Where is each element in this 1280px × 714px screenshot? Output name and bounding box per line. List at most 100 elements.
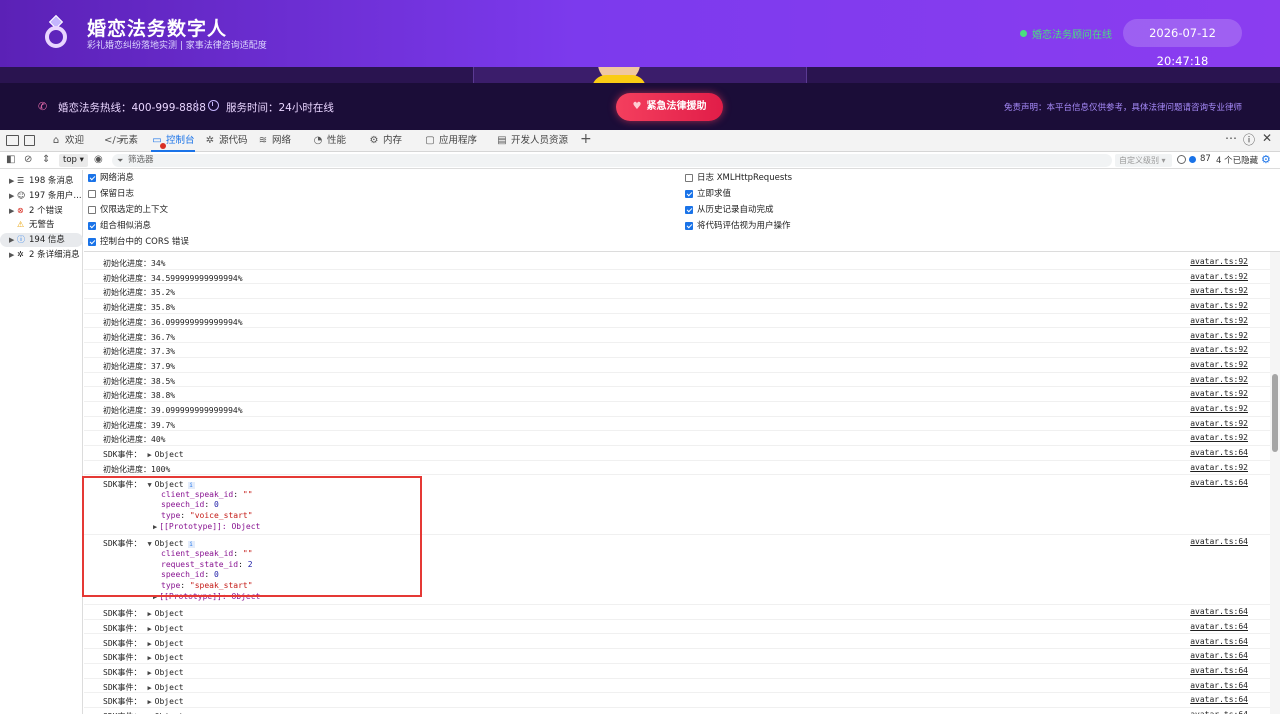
source-link[interactable]: avatar.ts:92 xyxy=(1190,375,1248,384)
console-row[interactable]: 初始化进度：39.099999999999994% avatar.ts:92 xyxy=(84,402,1270,417)
issues-count[interactable]: 87 xyxy=(1200,154,1211,164)
console-row[interactable]: 初始化进度：37.9% avatar.ts:92 xyxy=(84,358,1270,373)
source-link[interactable]: avatar.ts:92 xyxy=(1190,257,1248,266)
source-link[interactable]: avatar.ts:92 xyxy=(1190,301,1248,310)
source-link[interactable]: avatar.ts:64 xyxy=(1190,622,1248,631)
source-link[interactable]: avatar.ts:92 xyxy=(1190,345,1248,354)
more-options-icon[interactable]: ⋯ xyxy=(1225,131,1237,145)
tab-network[interactable]: ≋ 网络 xyxy=(257,130,291,152)
source-link[interactable]: avatar.ts:92 xyxy=(1190,433,1248,442)
source-link[interactable]: avatar.ts:64 xyxy=(1190,710,1248,714)
source-link[interactable]: avatar.ts:92 xyxy=(1190,419,1248,428)
expand-arrow-icon[interactable]: ▶ xyxy=(147,451,151,459)
console-row[interactable]: 初始化进度：35.2% avatar.ts:92 xyxy=(84,284,1270,300)
object-label[interactable]: Object xyxy=(155,450,184,459)
console-row[interactable]: SDK事件： ▼ Object i avatar.ts:64 client_speak_i… xyxy=(84,476,1270,535)
object-label[interactable]: Object xyxy=(155,668,184,677)
tab-performance[interactable]: ◔ 性能 xyxy=(312,130,346,152)
help-icon[interactable]: ⓘ xyxy=(1243,131,1255,148)
sidebar-item-errors[interactable]: ▶ ⊗ 2 个错误 xyxy=(0,204,83,218)
console-row[interactable]: SDK事件：▶Objectavatar.ts:64 xyxy=(84,605,1270,620)
prototype-row[interactable]: ▶ [[Prototype]]: Object xyxy=(153,592,260,601)
sidebar-item-messages[interactable]: ▶ ☰ 198 条消息 xyxy=(0,174,83,188)
tab-memory[interactable]: ⚙ 内存 xyxy=(368,130,403,152)
console-row[interactable]: 初始化进度：34% avatar.ts:92 xyxy=(84,255,1270,270)
device-toolbar-icon[interactable] xyxy=(24,135,35,146)
checkbox-checked-icon[interactable] xyxy=(685,190,693,198)
close-devtools-icon[interactable]: ✕ xyxy=(1262,131,1272,145)
collapse-arrow-icon[interactable]: ▼ xyxy=(147,481,151,489)
live-expression-eye-icon[interactable]: ◉ xyxy=(94,154,103,165)
object-info-icon[interactable]: i xyxy=(187,481,195,489)
expand-arrow-icon[interactable]: ▶ xyxy=(147,654,151,662)
console-row[interactable]: 初始化进度：100% avatar.ts:92 xyxy=(84,461,1270,476)
tab-elements[interactable]: </>元素 xyxy=(104,130,138,152)
console-row[interactable]: SDK事件：▶Objectavatar.ts:64 xyxy=(84,635,1270,650)
prototype-row[interactable]: ▶ [[Prototype]]: Object xyxy=(153,522,260,531)
object-label[interactable]: Object xyxy=(155,624,184,633)
log-levels-icon[interactable]: ⇕ xyxy=(42,154,50,165)
checkbox-unchecked-icon[interactable] xyxy=(88,190,96,198)
source-link[interactable]: avatar.ts:64 xyxy=(1190,666,1248,675)
sidebar-item-user-messages[interactable]: ▶ ☺ 197 条用户... xyxy=(0,189,83,203)
clear-console-icon[interactable]: ⊘ xyxy=(24,154,32,165)
object-label[interactable]: Object xyxy=(155,697,184,706)
console-row[interactable]: 初始化进度：39.7% avatar.ts:92 xyxy=(84,417,1270,432)
checkbox-unchecked-icon[interactable] xyxy=(685,174,693,182)
expand-arrow-icon[interactable]: ▶ xyxy=(153,593,157,601)
expand-arrow-icon[interactable]: ▶ xyxy=(147,610,151,618)
context-select[interactable]: top ▾ xyxy=(59,154,88,167)
object-label[interactable]: Object xyxy=(155,609,184,618)
checkbox-unchecked-icon[interactable] xyxy=(88,206,96,214)
console-row[interactable]: SDK事件：▶Objectavatar.ts:64 xyxy=(84,693,1270,708)
log-level-select[interactable]: 自定义级别 ▾ xyxy=(1115,154,1172,167)
sidebar-item-warnings[interactable]: ⚠ 无警告 xyxy=(0,218,83,232)
issues-badge-icon[interactable] xyxy=(1189,156,1196,163)
add-tab-icon[interactable]: + xyxy=(580,131,592,147)
console-row[interactable]: 初始化进度：34.599999999999994% avatar.ts:92 xyxy=(84,270,1270,285)
object-label[interactable]: Object xyxy=(155,639,184,648)
inspect-element-icon[interactable] xyxy=(6,135,19,146)
source-link[interactable]: avatar.ts:92 xyxy=(1190,331,1248,340)
sidebar-toggle-icon[interactable]: ◧ xyxy=(6,154,15,165)
console-row[interactable]: SDK事件：▶Objectavatar.ts:64 xyxy=(84,708,1270,714)
console-row[interactable]: SDK事件：▶Objectavatar.ts:64 xyxy=(84,649,1270,664)
scrollbar-thumb[interactable] xyxy=(1272,374,1278,452)
source-link[interactable]: avatar.ts:92 xyxy=(1190,272,1248,281)
console-scrollbar[interactable] xyxy=(1270,252,1280,714)
console-row[interactable]: SDK事件：▶Objectavatar.ts:64 xyxy=(84,446,1270,461)
expand-arrow-icon[interactable]: ▶ xyxy=(147,698,151,706)
source-link[interactable]: avatar.ts:64 xyxy=(1190,448,1248,457)
source-link[interactable]: avatar.ts:64 xyxy=(1190,681,1248,690)
source-link[interactable]: avatar.ts:92 xyxy=(1190,389,1248,398)
console-row[interactable]: 初始化进度：35.8% avatar.ts:92 xyxy=(84,299,1270,314)
object-label[interactable]: Object xyxy=(155,480,184,489)
expand-arrow-icon[interactable]: ▶ xyxy=(153,523,157,531)
issues-info-icon[interactable] xyxy=(1177,155,1186,164)
console-row[interactable]: 初始化进度：38.8% avatar.ts:92 xyxy=(84,387,1270,402)
checkbox-checked-icon[interactable] xyxy=(88,222,96,230)
console-row[interactable]: SDK事件：▶Objectavatar.ts:64 xyxy=(84,664,1270,679)
console-row[interactable]: 初始化进度：40% avatar.ts:92 xyxy=(84,431,1270,447)
source-link[interactable]: avatar.ts:64 xyxy=(1190,478,1248,487)
object-label[interactable]: Object xyxy=(155,539,184,548)
emergency-legal-aid-button[interactable]: ♥ 紧急法律援助 xyxy=(616,93,723,121)
expand-arrow-icon[interactable]: ▶ xyxy=(147,669,151,677)
object-label[interactable]: Object xyxy=(155,653,184,662)
object-info-icon[interactable]: i xyxy=(187,540,195,548)
checkbox-checked-icon[interactable] xyxy=(685,206,693,214)
tab-developer-resources[interactable]: ▤ 开发人员资源 xyxy=(496,130,568,152)
source-link[interactable]: avatar.ts:92 xyxy=(1190,316,1248,325)
console-row[interactable]: 初始化进度：38.5% avatar.ts:92 xyxy=(84,373,1270,388)
checkbox-checked-icon[interactable] xyxy=(685,222,693,230)
console-settings-gear-icon[interactable]: ⚙ xyxy=(1261,153,1271,166)
tab-application[interactable]: ▢ 应用程序 xyxy=(424,130,477,152)
source-link[interactable]: avatar.ts:92 xyxy=(1190,463,1248,472)
source-link[interactable]: avatar.ts:64 xyxy=(1190,537,1248,546)
expand-arrow-icon[interactable]: ▶ xyxy=(147,625,151,633)
sidebar-item-verbose[interactable]: ▶ ✲ 2 条详细消息 xyxy=(0,248,83,262)
checkbox-checked-icon[interactable] xyxy=(88,174,96,182)
source-link[interactable]: avatar.ts:92 xyxy=(1190,360,1248,369)
source-link[interactable]: avatar.ts:92 xyxy=(1190,404,1248,413)
tab-sources[interactable]: ✲ 源代码 xyxy=(204,130,248,152)
